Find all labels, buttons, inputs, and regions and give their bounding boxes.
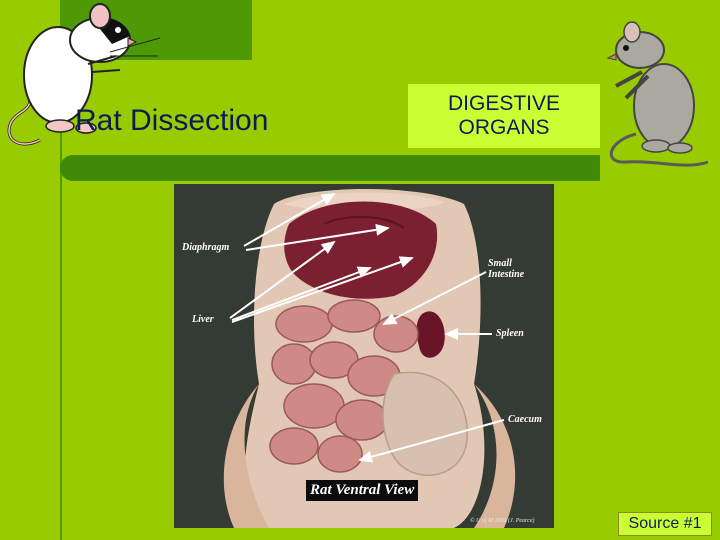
dissection-photo: Diaphragm Small Intestine Liver Spleen C… (174, 184, 554, 528)
rat-right-icon (606, 21, 709, 167)
slide-title: Rat Dissection (75, 104, 269, 137)
dissection-illustration (223, 189, 516, 528)
label-spleen: Spleen (496, 328, 524, 339)
title-divider-bar (60, 155, 600, 181)
source-link-button[interactable]: Source #1 (618, 512, 712, 536)
subtitle-line-2: ORGANS (458, 116, 550, 139)
label-small-intestine: Small Intestine (488, 258, 524, 280)
photo-copyright: © U of M 2002 (J. Pearce) (470, 518, 535, 524)
subtitle-line-1: DIGESTIVE (447, 91, 561, 115)
label-liver: Liver (192, 314, 214, 325)
label-caecum: Caecum (508, 414, 542, 425)
label-small-intestine-line-2: Intestine (488, 269, 525, 280)
section-subtitle-box: DIGESTIVE ORGANS (408, 84, 600, 148)
label-diaphragm: Diaphragm (182, 242, 230, 253)
label-small-intestine-line-1: Small (488, 258, 512, 269)
photo-caption: Rat Ventral View (306, 480, 419, 501)
